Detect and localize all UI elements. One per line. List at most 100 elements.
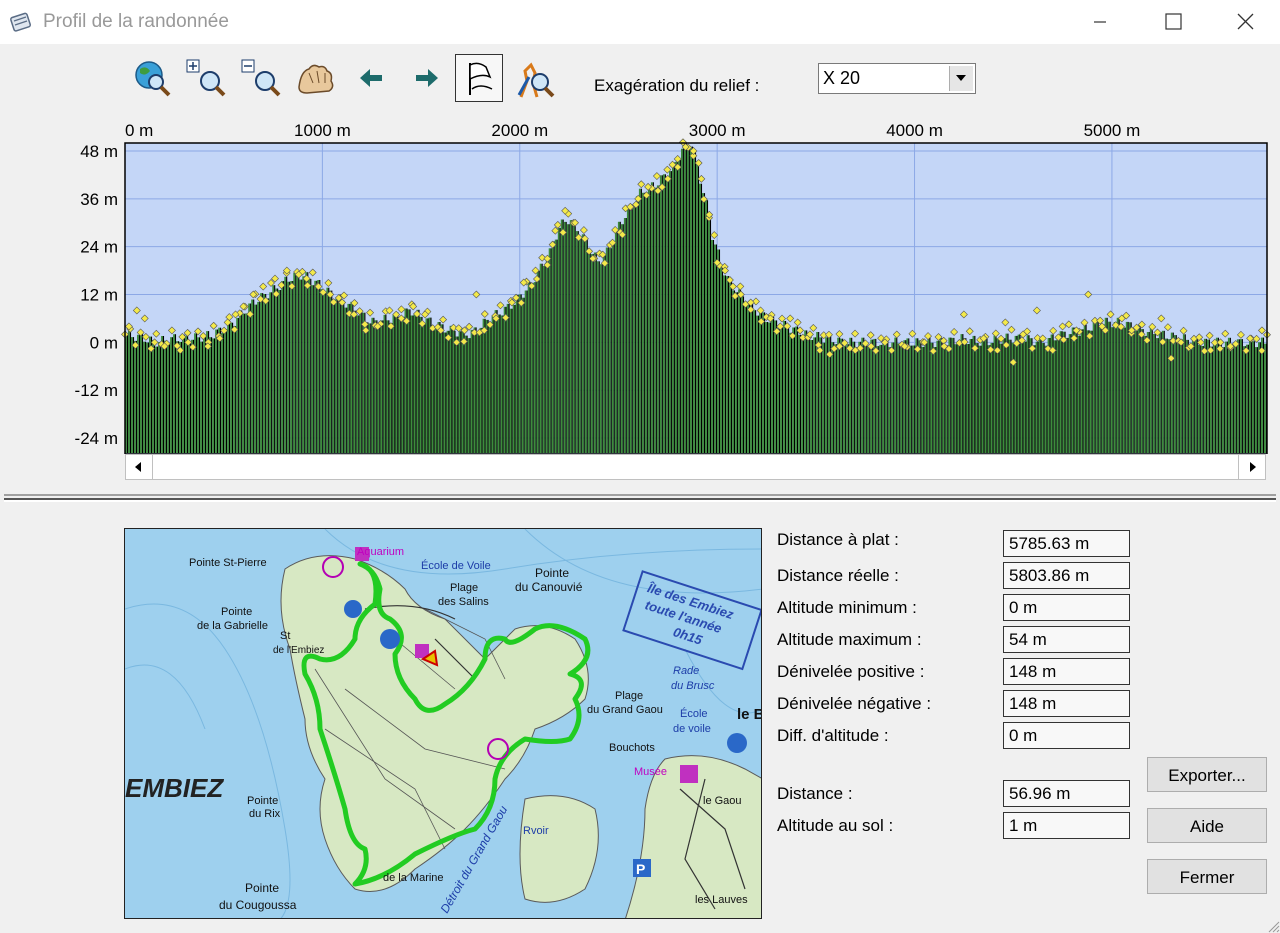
dropdown-arrow-button[interactable] bbox=[949, 66, 973, 91]
resize-grip-icon[interactable] bbox=[1266, 919, 1280, 933]
profile-bar-shadow bbox=[1079, 335, 1081, 453]
profile-bar bbox=[458, 331, 461, 453]
profile-bar-shadow bbox=[896, 337, 898, 453]
profile-bar bbox=[455, 336, 458, 453]
profile-bar-shadow bbox=[325, 292, 327, 453]
profile-bar bbox=[197, 337, 199, 453]
profile-flag-button[interactable] bbox=[455, 54, 503, 102]
profile-bar-shadow bbox=[1154, 334, 1156, 453]
profile-bar bbox=[909, 345, 912, 453]
profile-bar-shadow bbox=[721, 264, 724, 453]
panel-splitter[interactable] bbox=[4, 494, 1276, 502]
profile-bar bbox=[1113, 322, 1116, 453]
globe-zoom-button[interactable] bbox=[130, 57, 174, 101]
profile-bar-shadow bbox=[496, 310, 498, 453]
profile-bar-shadow bbox=[304, 276, 306, 453]
profile-bar bbox=[488, 323, 491, 453]
pan-hand-button[interactable] bbox=[295, 57, 339, 101]
profile-bar-shadow bbox=[776, 320, 778, 453]
chart-horizontal-scrollbar[interactable] bbox=[125, 454, 1266, 480]
profile-bar-shadow bbox=[424, 322, 426, 453]
profile-bar bbox=[966, 344, 969, 453]
profile-bar bbox=[497, 314, 500, 453]
elevation-profile-chart[interactable]: 0 m 1000 m 2000 m 3000 m 4000 m 5000 m 48 m 36 … bbox=[0, 110, 1280, 454]
profile-bar bbox=[936, 340, 939, 453]
profile-bar-shadow bbox=[986, 338, 988, 453]
profile-bar-shadow bbox=[890, 347, 892, 453]
profile-bar bbox=[861, 337, 864, 453]
profile-bar bbox=[518, 294, 521, 453]
exaggeration-select[interactable]: X 20 bbox=[818, 63, 976, 94]
profile-bar bbox=[924, 343, 927, 453]
profile-bar-shadow bbox=[244, 313, 246, 453]
profile-bar bbox=[476, 332, 479, 453]
stat-label: Dénivelée négative : bbox=[777, 694, 932, 713]
profile-bar bbox=[795, 326, 798, 453]
profile-bar-shadow bbox=[770, 322, 772, 453]
profile-bar bbox=[984, 338, 987, 453]
route-map[interactable]: Pointe St-Pierre Aquarium École de Voile… bbox=[124, 528, 762, 919]
profile-bar bbox=[389, 323, 392, 453]
profile-bar-shadow bbox=[229, 320, 231, 453]
profile-bar-shadow bbox=[178, 341, 180, 453]
maximize-button[interactable] bbox=[1136, 0, 1208, 44]
profile-bar-shadow bbox=[1049, 338, 1051, 453]
help-button[interactable]: Aide bbox=[1147, 808, 1267, 843]
profile-bar bbox=[714, 244, 716, 453]
profile-bar-shadow bbox=[1073, 327, 1075, 453]
profile-bar bbox=[398, 318, 401, 453]
map-label: de la Gabrielle bbox=[197, 620, 268, 632]
close-dialog-button[interactable]: Fermer bbox=[1147, 859, 1267, 894]
profile-bar-shadow bbox=[989, 345, 991, 453]
profile-bar bbox=[1092, 322, 1095, 453]
profile-bar-shadow bbox=[794, 327, 796, 453]
profile-bar-shadow bbox=[1226, 341, 1228, 453]
profile-bar-shadow bbox=[391, 323, 393, 453]
profile-bar bbox=[708, 219, 710, 453]
profile-bar-shadow bbox=[235, 326, 237, 453]
profile-bar bbox=[617, 221, 620, 453]
profile-bar bbox=[684, 143, 686, 453]
profile-bar bbox=[128, 330, 130, 453]
previous-button[interactable] bbox=[350, 57, 394, 101]
profile-bar-shadow bbox=[1040, 337, 1042, 453]
zoom-in-button[interactable] bbox=[185, 57, 229, 101]
profile-bar-shadow bbox=[908, 338, 910, 453]
profile-bar-shadow bbox=[1043, 342, 1045, 453]
minimize-button[interactable] bbox=[1064, 0, 1136, 44]
hiker-zoom-button[interactable] bbox=[513, 57, 557, 101]
zoom-out-button[interactable] bbox=[240, 57, 284, 101]
profile-bar bbox=[590, 254, 593, 453]
globe-zoom-icon bbox=[135, 61, 171, 97]
profile-bar-shadow bbox=[848, 344, 850, 453]
profile-bar-shadow bbox=[613, 243, 615, 453]
profile-bar bbox=[494, 310, 497, 453]
stat-value: 5803.86 m bbox=[1003, 562, 1130, 589]
next-button[interactable] bbox=[404, 57, 448, 101]
profile-bar-shadow bbox=[625, 218, 627, 453]
profile-bar-shadow bbox=[616, 229, 618, 453]
profile-bar-shadow bbox=[1115, 322, 1117, 453]
map-label: Pointe St-Pierre bbox=[189, 557, 267, 569]
profile-bar bbox=[780, 325, 782, 453]
zoom-out-icon bbox=[241, 59, 281, 97]
profile-bar-shadow bbox=[809, 332, 811, 453]
export-button[interactable]: Exporter... bbox=[1147, 757, 1267, 792]
stat-label: Distance réelle : bbox=[777, 566, 899, 585]
profile-bar bbox=[744, 305, 746, 453]
close-button[interactable] bbox=[1208, 0, 1280, 44]
profile-bar-shadow bbox=[520, 294, 522, 453]
profile-bar bbox=[720, 264, 722, 453]
profile-bar bbox=[185, 335, 187, 453]
scroll-left-button[interactable] bbox=[126, 455, 153, 479]
scroll-right-button[interactable] bbox=[1238, 455, 1265, 479]
profile-bar bbox=[1068, 334, 1071, 453]
profile-bar-shadow bbox=[457, 336, 459, 453]
profile-bar bbox=[533, 282, 536, 453]
profile-bar bbox=[1230, 344, 1233, 453]
profile-bar-shadow bbox=[1160, 332, 1162, 453]
profile-bar-shadow bbox=[439, 322, 441, 453]
profile-bar-shadow bbox=[812, 340, 814, 453]
profile-bar bbox=[212, 338, 215, 453]
title-bar: Profil de la randonnée bbox=[0, 0, 1280, 44]
